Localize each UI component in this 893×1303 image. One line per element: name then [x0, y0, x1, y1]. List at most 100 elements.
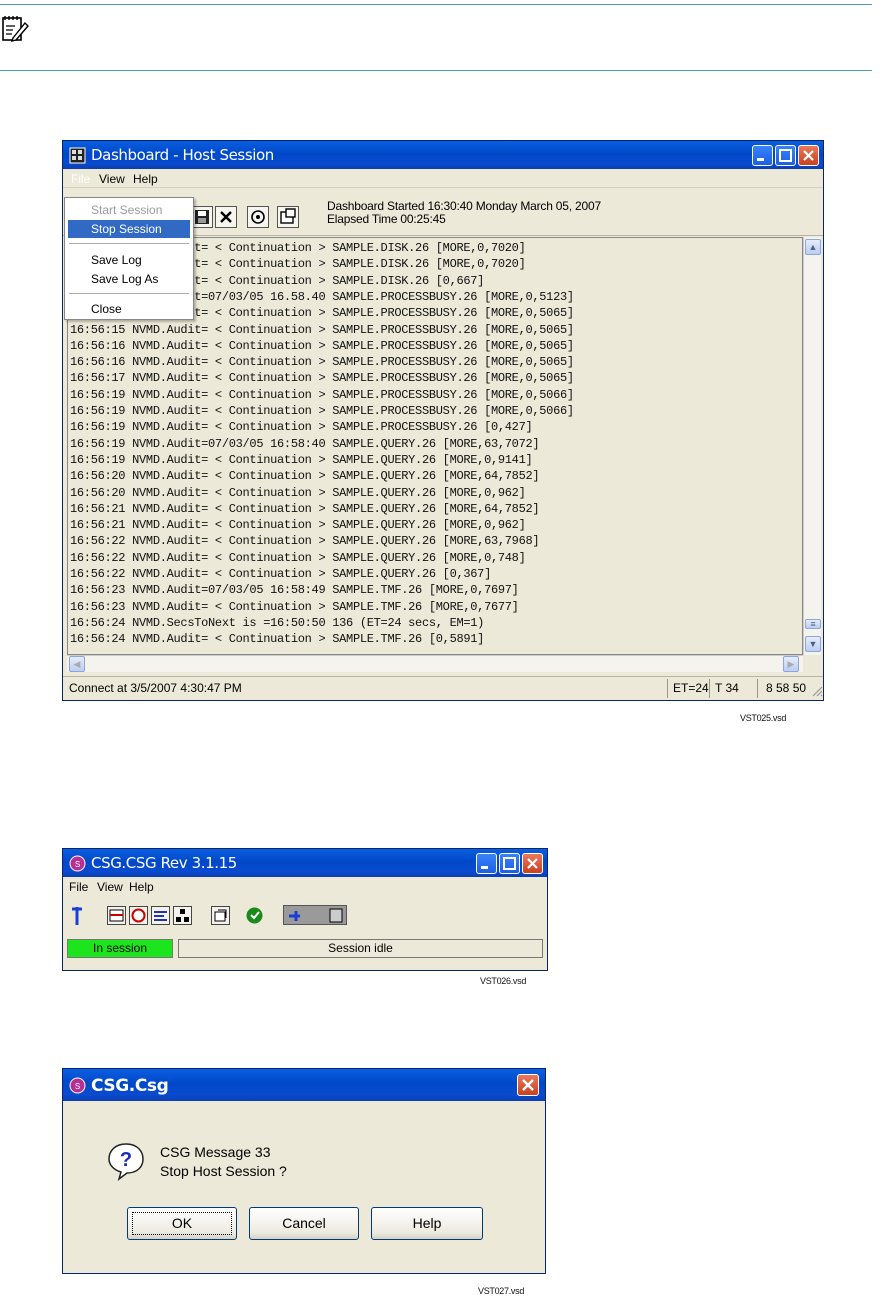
- idle-status-panel: Session idle: [178, 939, 543, 958]
- menu-start-session[interactable]: Start Session: [91, 203, 162, 217]
- svg-text:?: ?: [120, 1149, 132, 1171]
- figure-caption: VST025.vsd: [740, 713, 787, 723]
- log-line: 16:56:24 NVMD.Audit= < Continuation > SA…: [70, 632, 485, 647]
- menu-file[interactable]: File: [71, 172, 90, 186]
- scroll-left-icon[interactable]: ◀: [69, 656, 85, 672]
- status-separator: [667, 679, 668, 698]
- connect-icon[interactable]: [69, 905, 85, 927]
- csg-title: CSG.CSG Rev 3.1.15: [91, 854, 237, 872]
- focus-ring: [132, 1212, 232, 1235]
- menu-help[interactable]: Help: [129, 880, 154, 894]
- log-line: 16:56:20 NVMD.Audit= < Continuation > SA…: [70, 485, 526, 500]
- log-line: 16:56:20 NVMD.Audit= < Continuation > SA…: [70, 469, 540, 484]
- log-line: 16:56:19 NVMD.Audit= < Continuation > SA…: [70, 387, 574, 402]
- log-line: 16:56:21 NVMD.Audit= < Continuation > SA…: [70, 518, 526, 533]
- scroll-thumb[interactable]: ≡: [805, 619, 821, 629]
- cancel-button[interactable]: Cancel: [249, 1207, 359, 1240]
- scroll-down-icon[interactable]: ▼: [805, 636, 821, 652]
- menu-close[interactable]: Close: [91, 302, 122, 316]
- dashboard-titlebar: Dashboard - Host Session: [63, 141, 823, 169]
- menu-save-log-as[interactable]: Save Log As: [91, 272, 158, 286]
- csg-window: S CSG.CSG Rev 3.1.15 File View Help In s…: [62, 848, 548, 971]
- csg-icon: S: [69, 1077, 86, 1094]
- figure-caption: VST026.vsd: [480, 976, 527, 986]
- alert-toolbar-button[interactable]: [129, 906, 148, 925]
- close-button[interactable]: [522, 853, 543, 874]
- help-label: Help: [412, 1215, 442, 1231]
- status-separator: [709, 679, 710, 698]
- scroll-right-icon[interactable]: ▶: [783, 656, 799, 672]
- minimize-button[interactable]: [476, 853, 497, 874]
- go-icon[interactable]: [245, 906, 264, 925]
- chart-icon: [154, 911, 167, 921]
- ok-button[interactable]: OK: [127, 1207, 237, 1240]
- log-line: 16:56:22 NVMD.Audit= < Continuation > SA…: [70, 567, 491, 581]
- menu-view[interactable]: View: [99, 172, 125, 186]
- plug-icon: [289, 908, 343, 923]
- connect-status: Connect at 3/5/2007 4:30:47 PM: [69, 681, 242, 695]
- save-toolbar-button[interactable]: [191, 206, 213, 228]
- settings-toolbar-button[interactable]: [211, 906, 230, 925]
- dialog-title: CSG.Csg: [91, 1076, 169, 1096]
- cancel-label: Cancel: [282, 1215, 326, 1231]
- log-line: 16:56:19 NVMD.Audit= < Continuation > SA…: [70, 420, 533, 435]
- log-line: 16:56:17 NVMD.Audit= < Continuation > SA…: [70, 371, 574, 386]
- alert-icon: [131, 908, 146, 923]
- log-line: 16:56:23 NVMD.Audit= < Continuation > SA…: [70, 599, 519, 614]
- chart-toolbar-button[interactable]: [151, 906, 170, 925]
- message-line-2: Stop Host Session ?: [160, 1163, 287, 1179]
- note-icon: [2, 16, 29, 42]
- refresh-toolbar-button[interactable]: [247, 206, 269, 228]
- menu-separator: [69, 293, 189, 294]
- vertical-scrollbar[interactable]: ▲ ≡ ▼: [803, 237, 821, 655]
- menu-save-log[interactable]: Save Log: [91, 253, 142, 267]
- message-dialog: S CSG.Csg ? CSG Message 33 Stop Host Ses…: [62, 1068, 546, 1274]
- close-icon: [522, 1079, 534, 1091]
- close-icon: [803, 150, 814, 161]
- properties-toolbar-button[interactable]: [277, 206, 299, 228]
- dashboard-icon: [69, 147, 86, 164]
- csg-titlebar: S CSG.CSG Rev 3.1.15: [63, 849, 547, 877]
- log-line: 16:56:19 NVMD.Audit=07/03/05 16:58:40 SA…: [70, 436, 540, 451]
- maximize-button[interactable]: [499, 853, 520, 874]
- log-line: 16:56:24 NVMD.SecsToNext is =16:50:50 13…: [70, 615, 485, 630]
- menu-stop-session[interactable]: Stop Session: [91, 222, 162, 236]
- resize-grip-icon[interactable]: [811, 685, 823, 697]
- minimize-icon: [757, 158, 764, 161]
- csg-icon: S: [69, 855, 86, 872]
- t-status: T 34: [715, 681, 739, 695]
- log-toolbar-button[interactable]: [107, 906, 126, 925]
- elapsed-time-text: Elapsed Time 00:25:45: [327, 212, 446, 226]
- network-toolbar-button[interactable]: [173, 906, 192, 925]
- dashboard-statusbar: Connect at 3/5/2007 4:30:47 PM ET=24 T 3…: [63, 676, 823, 700]
- network-icon: [176, 909, 189, 922]
- minimize-icon: [481, 866, 488, 869]
- csg-statusbar: In session Session idle: [65, 939, 545, 961]
- question-icon: ?: [108, 1143, 144, 1181]
- connection-indicator: [283, 905, 347, 925]
- maximize-icon: [503, 857, 516, 870]
- properties-icon: [280, 208, 296, 224]
- maximize-button[interactable]: [775, 145, 796, 166]
- menu-file[interactable]: File: [69, 880, 88, 894]
- scroll-up-icon[interactable]: ▲: [805, 239, 821, 255]
- note-top-rule: [0, 4, 872, 5]
- maximize-icon: [779, 149, 792, 162]
- svg-text:S: S: [75, 860, 80, 869]
- menu-view[interactable]: View: [97, 880, 123, 894]
- minimize-button[interactable]: [752, 145, 773, 166]
- close-icon: [527, 858, 538, 869]
- log-line: 16:56:21 NVMD.Audit= < Continuation > SA…: [70, 501, 540, 516]
- status-separator: [757, 679, 758, 698]
- delete-toolbar-button[interactable]: [215, 206, 237, 228]
- close-button[interactable]: [798, 145, 819, 166]
- svg-text:S: S: [75, 1082, 80, 1091]
- log-line: 16:56:22 NVMD.Audit= < Continuation > SA…: [70, 550, 526, 565]
- delete-icon: [220, 211, 232, 223]
- menu-help[interactable]: Help: [133, 172, 158, 186]
- horizontal-scrollbar[interactable]: ◀ ▶: [67, 655, 803, 672]
- help-button[interactable]: Help: [371, 1207, 483, 1240]
- csg-menubar: File View Help: [63, 877, 547, 899]
- close-button[interactable]: [517, 1074, 539, 1096]
- menu-separator: [69, 243, 189, 244]
